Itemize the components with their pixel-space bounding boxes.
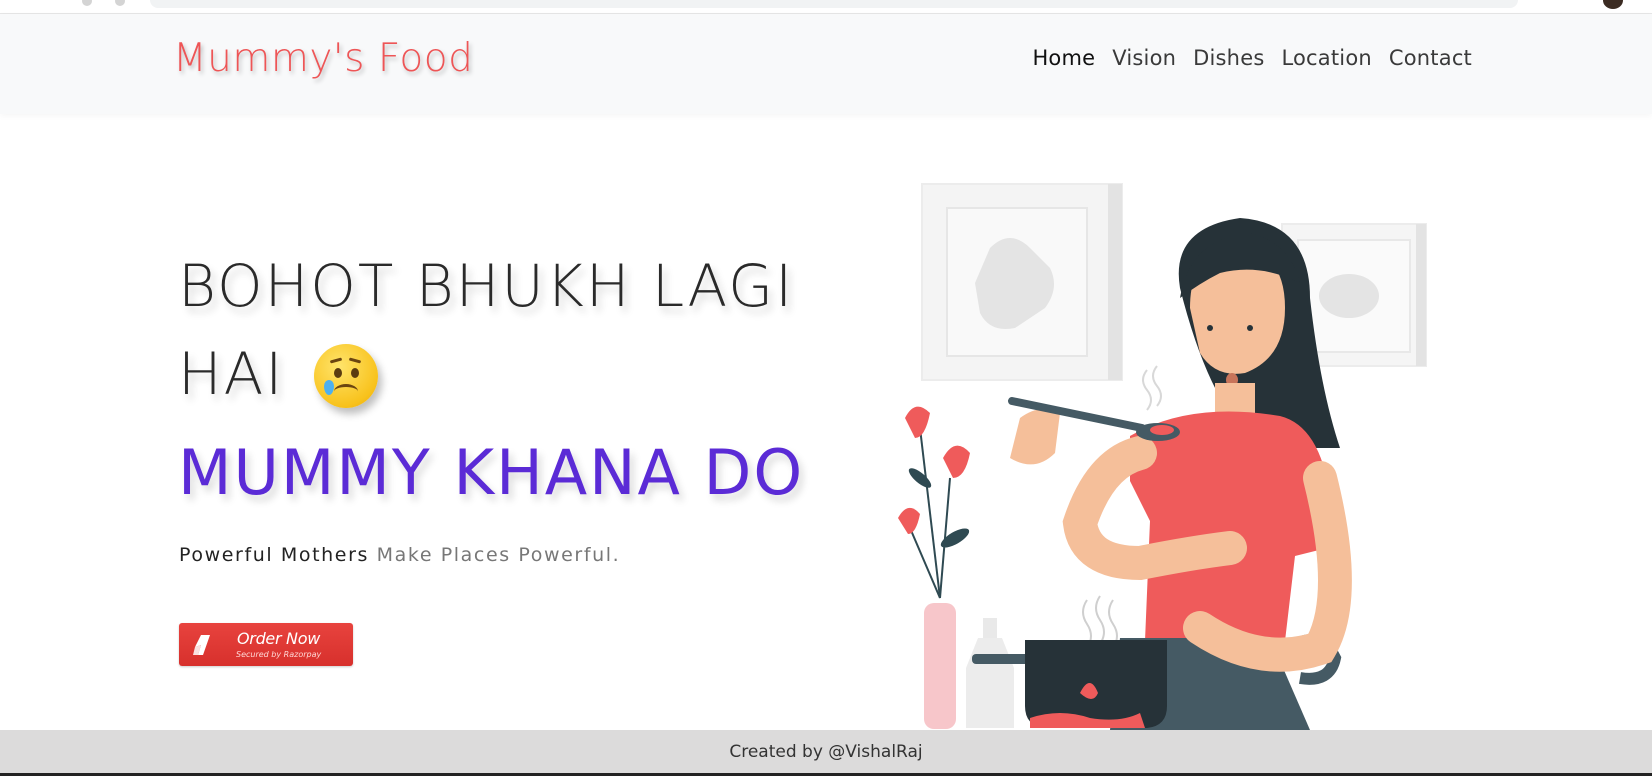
profile-avatar[interactable]	[1603, 0, 1623, 9]
address-bar[interactable]	[150, 0, 1518, 8]
nav-link-location[interactable]: Location	[1281, 46, 1371, 70]
razorpay-icon	[193, 635, 210, 655]
nav-link-vision[interactable]: Vision	[1112, 46, 1176, 70]
hero-heading-line1: BOHOT BHUKH LAGI	[178, 252, 795, 320]
tagline-soft: Make Places Powerful.	[376, 544, 621, 566]
nav-link-home[interactable]: Home	[1032, 46, 1095, 70]
order-now-button[interactable]: Order Now Secured by Razorpay	[179, 623, 353, 666]
site-info-icon[interactable]	[115, 0, 125, 6]
woman-cooking-illustration	[898, 183, 1427, 730]
crying-face-icon	[314, 344, 379, 408]
order-now-sublabel: Secured by Razorpay	[236, 650, 322, 659]
footer: Created by @VishalRaj	[0, 730, 1652, 776]
navbar: Mummy's Food Home Vision Dishes Location…	[0, 14, 1652, 114]
nav-link-dishes[interactable]: Dishes	[1193, 46, 1264, 70]
flower-vase	[898, 406, 970, 729]
nav-links: Home Vision Dishes Location Contact	[1032, 46, 1472, 70]
oil-bottle	[966, 618, 1014, 728]
wall-frame-mitten	[921, 183, 1123, 381]
browser-toolbar	[0, 0, 1652, 14]
order-now-label: Order Now	[237, 629, 320, 648]
hero-heading-line2-text: HAI	[178, 340, 285, 408]
hero-heading-accent: MUMMY KHANA DO	[178, 436, 805, 509]
nav-link-contact[interactable]: Contact	[1389, 46, 1472, 70]
hero-heading-line2: HAI	[178, 340, 379, 408]
tagline-strong: Powerful Mothers	[179, 544, 370, 566]
hero-tagline: Powerful Mothers Make Places Powerful.	[179, 544, 620, 566]
brand-logo-text[interactable]: Mummy's Food	[173, 36, 473, 81]
reload-icon[interactable]	[82, 0, 92, 6]
footer-credit: Created by @VishalRaj	[729, 742, 923, 762]
